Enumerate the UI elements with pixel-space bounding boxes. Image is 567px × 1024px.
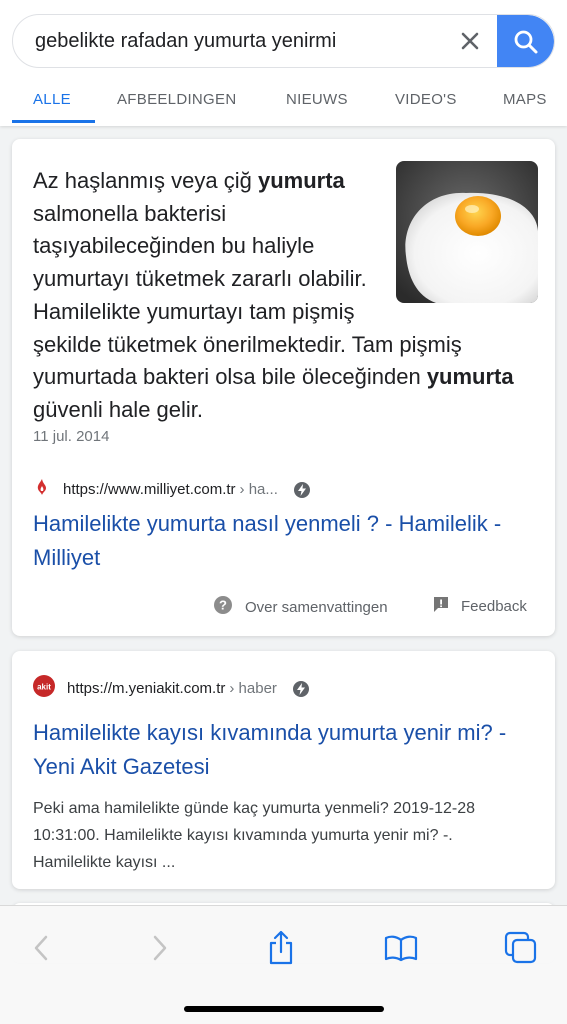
result-source[interactable]: https://www.milliyet.com.tr › ha...: [33, 478, 310, 501]
share-icon[interactable]: [261, 928, 301, 968]
featured-snippet-card: Az haşlanmış veya çiğ yumurta salmonella…: [12, 139, 555, 636]
feedback-button[interactable]: Feedback: [432, 595, 527, 617]
feedback-icon: [432, 595, 450, 617]
snippet-bold-keyword: yumurta: [257, 168, 345, 193]
search-header: gebelikte rafadan yumurta yenirmi ALLE A…: [0, 0, 567, 126]
amp-lightning-icon: [292, 680, 309, 697]
about-snippets-button[interactable]: ? Over samenvattingen: [213, 595, 388, 619]
about-snippets-label: Over samenvattingen: [245, 598, 388, 616]
snippet-text-part: Az haşlanmış veya çiğ: [33, 168, 258, 193]
search-input[interactable]: gebelikte rafadan yumurta yenirmi: [35, 30, 336, 53]
svg-text:?: ?: [219, 598, 227, 613]
book-icon[interactable]: [381, 928, 421, 968]
snippet-bold-keyword: yumurta: [426, 364, 514, 390]
fried-egg-image[interactable]: [396, 161, 538, 303]
snippet-date: 11 jul. 2014: [33, 428, 110, 445]
milliyet-favicon-icon: [33, 478, 51, 501]
search-icon: [514, 30, 537, 54]
tab-maps[interactable]: MAPS: [503, 91, 547, 108]
tabs-icon[interactable]: [501, 928, 541, 968]
tab-alle[interactable]: ALLE: [33, 91, 71, 108]
result-source[interactable]: akit https://m.yeniakit.com.tr › haber: [33, 675, 309, 702]
search-box[interactable]: gebelikte rafadan yumurta yenirmi: [12, 14, 555, 68]
result-description: Peki ama hamilelikte günde kaç yumurta y…: [33, 800, 476, 871]
result-title-link[interactable]: Hamilelikte kayısı kıvamında yumurta yen…: [33, 716, 533, 784]
feedback-label: Feedback: [461, 597, 527, 615]
home-indicator: [184, 1006, 384, 1012]
result-title-link[interactable]: Hamilelikte yumurta nasıl yenmeli ? - Ha…: [33, 507, 513, 575]
source-breadcrumb: › haber: [229, 680, 277, 697]
svg-text:akit: akit: [37, 683, 51, 692]
help-circle-icon: ?: [213, 595, 233, 619]
tab-videos[interactable]: VIDEO'S: [395, 91, 457, 108]
tab-nieuws[interactable]: NIEUWS: [286, 91, 348, 108]
close-icon[interactable]: [457, 28, 483, 54]
browser-toolbar: [0, 905, 567, 1024]
search-tabs: ALLE AFBEELDINGEN NIEUWS VIDEO'S MAPS: [0, 86, 567, 126]
source-breadcrumb: › ha...: [239, 481, 278, 498]
akit-favicon-icon: akit: [33, 675, 55, 702]
back-chevron-icon[interactable]: [21, 928, 61, 968]
search-button[interactable]: [497, 15, 554, 67]
amp-lightning-icon: [293, 481, 310, 498]
search-result-card: akit https://m.yeniakit.com.tr › haber H…: [12, 651, 555, 889]
featured-snippet-text: Az haşlanmış veya çiğ yumurta salmonella…: [33, 161, 538, 427]
snippet-text-part: güvenli hale gelir.: [33, 396, 204, 422]
forward-chevron-icon[interactable]: [140, 928, 180, 968]
active-tab-indicator: [12, 120, 95, 123]
source-url: https://www.milliyet.com.tr: [63, 481, 236, 498]
tab-afbeeldingen[interactable]: AFBEELDINGEN: [117, 91, 236, 108]
source-url: https://m.yeniakit.com.tr: [67, 680, 226, 697]
